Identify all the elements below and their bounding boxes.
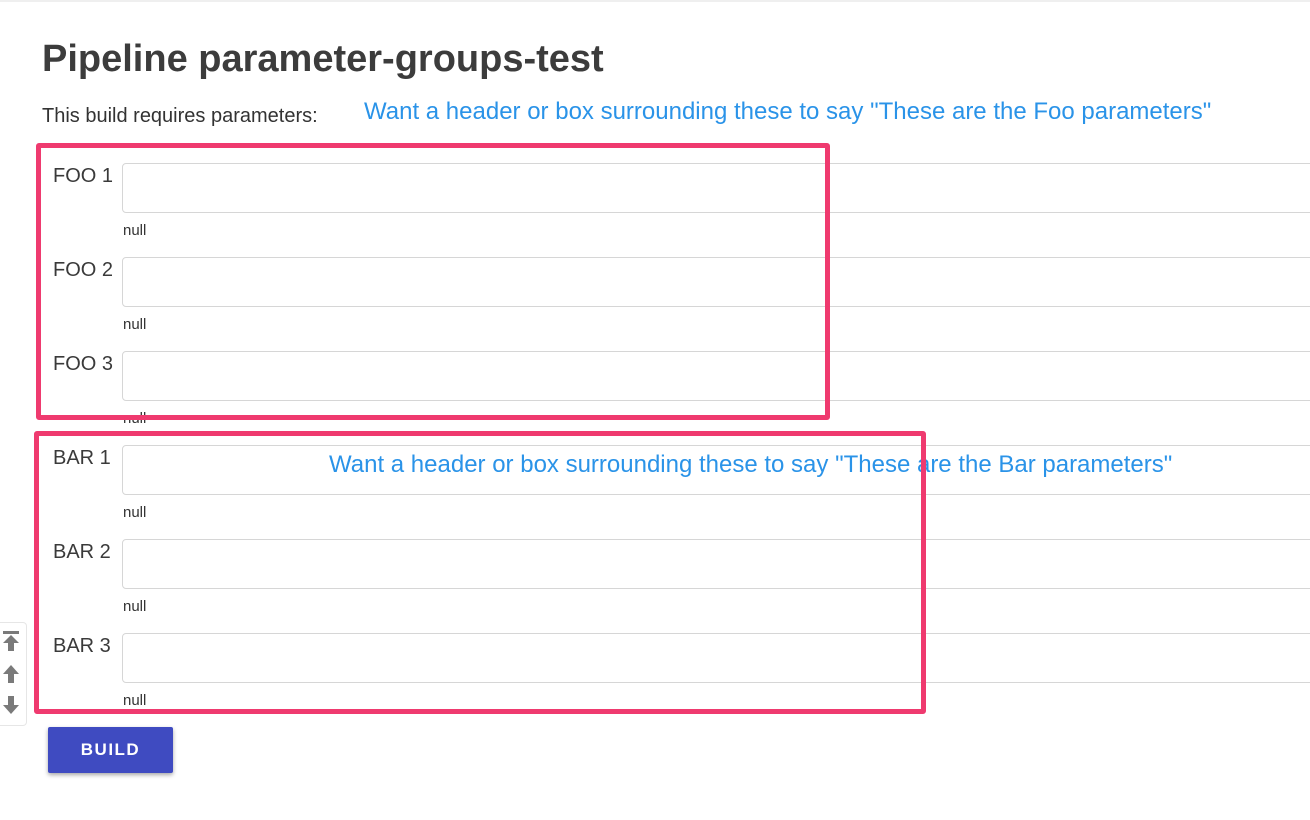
top-divider: [0, 0, 1310, 2]
param-input-bar-3[interactable]: [122, 633, 1310, 683]
param-description-foo-2: null: [123, 316, 147, 333]
param-label-bar-3: BAR 3: [53, 635, 111, 657]
scroll-down-icon[interactable]: [2, 693, 20, 717]
param-description-bar-2: null: [123, 598, 147, 615]
bar-annotation-note: Want a header or box surrounding these t…: [329, 451, 1173, 478]
param-description-foo-3: null: [123, 410, 147, 427]
param-description-bar-3: null: [123, 692, 147, 709]
build-button[interactable]: BUILD: [48, 727, 173, 773]
param-input-foo-1[interactable]: [122, 163, 1310, 213]
param-label-bar-2: BAR 2: [53, 541, 111, 563]
scroll-to-top-icon[interactable]: [2, 629, 20, 653]
scroll-controls: [0, 622, 27, 726]
param-label-foo-2: FOO 2: [53, 259, 114, 281]
param-input-bar-2[interactable]: [122, 539, 1310, 589]
param-input-foo-2[interactable]: [122, 257, 1310, 307]
param-label-bar-1: BAR 1: [53, 447, 111, 469]
foo-annotation-note: Want a header or box surrounding these t…: [364, 98, 1212, 125]
page-title: Pipeline parameter-groups-test: [42, 38, 604, 80]
param-description-foo-1: null: [123, 222, 147, 239]
param-label-foo-1: FOO 1: [53, 165, 114, 187]
param-input-foo-3[interactable]: [122, 351, 1310, 401]
scroll-up-icon[interactable]: [2, 662, 20, 686]
param-description-bar-1: null: [123, 504, 147, 521]
build-parameters-page: Pipeline parameter-groups-test This buil…: [0, 0, 1310, 820]
parameters-intro: This build requires parameters:: [42, 105, 318, 127]
param-label-foo-3: FOO 3: [53, 353, 114, 375]
